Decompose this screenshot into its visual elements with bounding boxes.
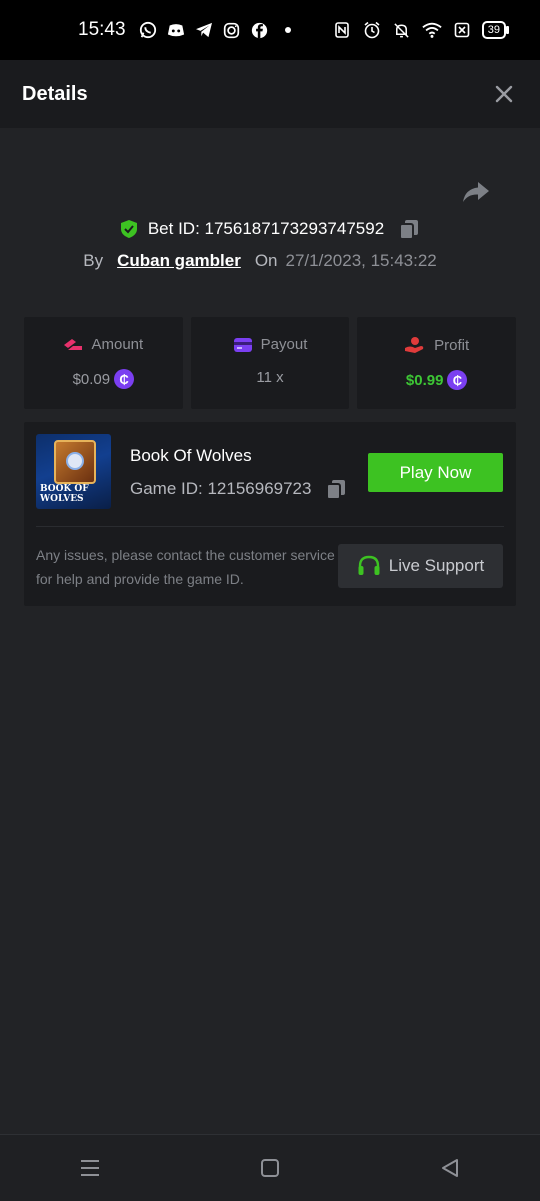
instagram-icon (222, 20, 242, 40)
alarm-icon (362, 20, 382, 40)
live-support-label: Live Support (388, 556, 485, 575)
profit-icon (405, 337, 424, 353)
stat-payout: Payout 11 x (190, 317, 350, 409)
copy-bet-id-icon[interactable] (398, 218, 420, 240)
coin-icon: ₵ (447, 370, 468, 390)
bet-id-row: Bet ID: 1756187173293747592 (0, 214, 540, 244)
stat-label: Amount (91, 336, 144, 353)
status-time: 15:43 (78, 19, 126, 40)
close-icon (495, 85, 513, 103)
whatsapp-icon (138, 20, 158, 40)
back-triangle-icon (442, 1159, 458, 1177)
copy-game-id-icon[interactable] (325, 478, 347, 500)
bet-id: Bet ID: 1756187173293747592 (147, 219, 385, 238)
play-now-button[interactable]: Play Now (368, 453, 503, 492)
bet-stats: Amount $0.09 ₵ Payout 11 x Profit $0.99 … (24, 317, 517, 409)
wifi-icon (422, 20, 442, 40)
game-card: BOOK OF WOLVES Book Of Wolves Game ID: 1… (24, 422, 516, 606)
headset-icon (358, 555, 380, 575)
help-text: Any issues, please contact the customer … (36, 547, 335, 587)
by-label: By (83, 251, 104, 270)
game-id: Game ID: 12156969723 (130, 479, 312, 498)
recent-apps-button[interactable] (70, 1148, 110, 1188)
divider (36, 526, 504, 527)
live-support-button[interactable]: Live Support (338, 544, 503, 588)
bet-date: 27/1/2023, 15:43:22 (285, 251, 437, 270)
amount-icon (64, 338, 83, 350)
stat-profit: Profit $0.99 ₵ (357, 317, 517, 409)
stat-value: $0.99 (405, 371, 444, 389)
thumbnail-title: BOOK OF WOLVES (40, 484, 89, 504)
dot-icon (278, 20, 298, 40)
share-button[interactable] (462, 180, 492, 206)
menu-icon (81, 1160, 99, 1176)
stat-label: Payout (260, 336, 308, 353)
bet-meta-row: By Cuban gambler On 27/1/2023, 15:43:22 (0, 248, 540, 274)
telegram-icon (194, 20, 214, 40)
status-bar: 15:43 39 (0, 0, 540, 60)
back-button[interactable] (430, 1148, 470, 1188)
facebook-icon (250, 20, 270, 40)
discord-icon (166, 20, 186, 40)
battery-indicator: 39 (481, 21, 510, 39)
nfc-icon (332, 20, 352, 40)
page-title: Details (22, 82, 88, 105)
home-square-icon (261, 1159, 279, 1177)
stat-value: 11 x (256, 369, 284, 386)
share-icon (463, 182, 489, 202)
home-button[interactable] (250, 1148, 290, 1188)
system-nav-bar (0, 1134, 540, 1201)
game-name: Book Of Wolves (130, 446, 252, 465)
payout-icon (233, 337, 252, 352)
sim-icon (452, 20, 472, 40)
stat-amount: Amount $0.09 ₵ (24, 317, 183, 409)
mute-icon (392, 20, 412, 40)
stat-value: $0.09 (72, 370, 111, 388)
stat-label: Profit (434, 336, 470, 354)
close-button[interactable] (492, 82, 516, 106)
gem-art (66, 452, 84, 470)
game-thumbnail[interactable]: BOOK OF WOLVES (36, 434, 111, 509)
game-id-row: Game ID: 12156969723 (130, 478, 347, 500)
coin-icon: ₵ (114, 369, 135, 389)
verified-shield-icon (120, 220, 137, 238)
details-header: Details (0, 60, 540, 128)
on-label: On (254, 251, 278, 270)
user-link[interactable]: Cuban gambler (117, 251, 241, 271)
